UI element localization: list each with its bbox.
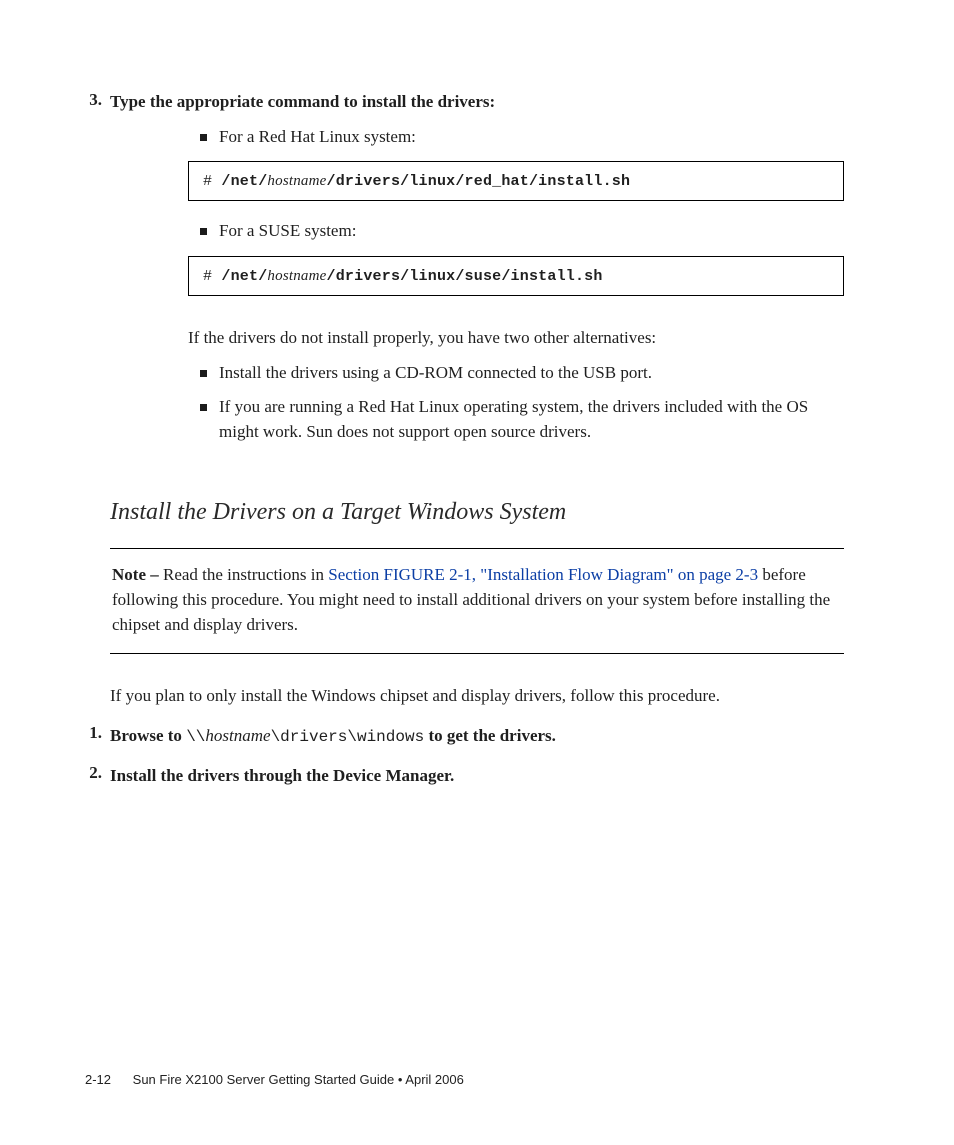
page-footer: 2-12 Sun Fire X2100 Server Getting Start… — [85, 1072, 464, 1087]
alt-text: If you are running a Red Hat Linux opera… — [219, 395, 844, 444]
step-number: 1. — [80, 723, 102, 749]
alt-item-2: If you are running a Red Hat Linux opera… — [200, 395, 844, 444]
bullet-suse: For a SUSE system: — [200, 219, 844, 244]
note-pre: Read the instructions in — [163, 565, 328, 584]
code-hostname: hostname — [267, 268, 326, 284]
code-box-redhat: # /net/hostname/drivers/linux/red_hat/in… — [188, 161, 844, 201]
prompt-hash: # — [203, 173, 212, 190]
code-line: # /net/hostname/drivers/linux/suse/insta… — [203, 268, 603, 285]
code-seg: /net/ — [221, 268, 267, 285]
code-seg: /drivers/linux/red_hat/install.sh — [327, 173, 631, 190]
alt-text: Install the drivers using a CD-ROM conne… — [219, 361, 652, 386]
plan-paragraph: If you plan to only install the Windows … — [110, 684, 844, 709]
footer-title: Sun Fire X2100 Server Getting Started Gu… — [133, 1072, 464, 1087]
note-label: Note – — [112, 565, 163, 584]
step-3: 3. Type the appropriate command to insta… — [80, 90, 844, 115]
alt-item-1: Install the drivers using a CD-ROM conne… — [200, 361, 844, 386]
step-body: Install the drivers through the Device M… — [110, 763, 454, 789]
bullet-text: For a SUSE system: — [219, 219, 356, 244]
bullet-text: For a Red Hat Linux system: — [219, 125, 416, 150]
note-line: Note – Read the instructions in Section … — [112, 565, 830, 633]
path-c: \drivers\windows — [271, 728, 425, 746]
square-bullet-icon — [200, 228, 207, 235]
code-box-suse: # /net/hostname/drivers/linux/suse/insta… — [188, 256, 844, 296]
path-a: \\ — [186, 728, 205, 746]
code-line: # /net/hostname/drivers/linux/red_hat/in… — [203, 173, 630, 190]
page-number: 2-12 — [85, 1072, 111, 1087]
sub-bullet-list: For a SUSE system: — [200, 219, 844, 244]
code-seg: /net/ — [221, 173, 267, 190]
step-number: 3. — [80, 90, 102, 115]
alternatives-intro: If the drivers do not install properly, … — [188, 326, 844, 351]
code-seg: /drivers/linux/suse/install.sh — [327, 268, 603, 285]
square-bullet-icon — [200, 134, 207, 141]
prompt-hash: # — [203, 268, 212, 285]
step-number: 2. — [80, 763, 102, 789]
win-step-2: 2. Install the drivers through the Devic… — [80, 763, 844, 789]
path-hostname: hostname — [205, 726, 270, 745]
step-pre: Browse to — [110, 726, 186, 745]
sub-bullet-list: For a Red Hat Linux system: — [200, 125, 844, 150]
section-title: Install the Drivers on a Target Windows … — [110, 499, 844, 526]
bullet-redhat: For a Red Hat Linux system: — [200, 125, 844, 150]
step-body: Browse to \\hostname\drivers\windows to … — [110, 723, 556, 749]
alternatives-list: Install the drivers using a CD-ROM conne… — [200, 361, 844, 445]
note-link[interactable]: Section FIGURE 2-1, "Installation Flow D… — [328, 565, 758, 584]
square-bullet-icon — [200, 404, 207, 411]
step-text: Type the appropriate command to install … — [110, 90, 495, 115]
note-box: Note – Read the instructions in Section … — [110, 548, 844, 654]
step-post: to get the drivers. — [424, 726, 556, 745]
code-hostname: hostname — [267, 173, 326, 189]
square-bullet-icon — [200, 370, 207, 377]
win-step-1: 1. Browse to \\hostname\drivers\windows … — [80, 723, 844, 749]
